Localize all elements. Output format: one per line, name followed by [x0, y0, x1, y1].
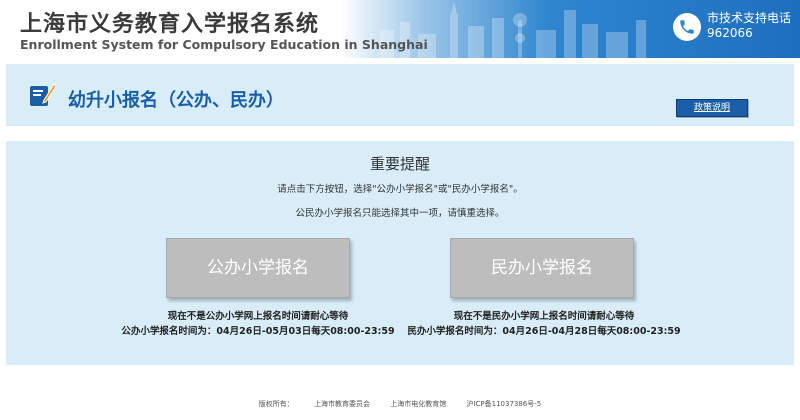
private-school-register-button[interactable]: 民办小学报名 [450, 238, 634, 298]
page-title: 幼升小报名（公办、民办） [68, 90, 284, 111]
public-school-register-button[interactable]: 公办小学报名 [166, 238, 350, 298]
site-header: 上海市义务教育入学报名系统 Enrollment System for Comp… [0, 0, 800, 58]
edit-icon [30, 83, 56, 106]
phone-icon [673, 13, 701, 41]
public-status-message: 现在不是公办小学网上报名时间请耐心等待 [167, 311, 349, 322]
public-registration-period: 公办小学报名时间为：04月26日-05月03日每天08:00-23:59 [121, 326, 395, 337]
notice-instruction: 请点击下方按钮，选择"公办小学报名"或"民办小学报名"。 [277, 184, 523, 195]
site-subtitle-english: Enrollment System for Compulsory Educati… [20, 37, 428, 52]
private-registration-status: 现在不是民办小学网上报名时间请耐心等待 民办小学报名时间为：04月26日-04月… [396, 309, 692, 339]
footer-icp-number: 沪ICP备11037386号-5 [466, 400, 542, 408]
policy-button[interactable]: 政策说明 [676, 99, 748, 117]
notice-title: 重要提醒 [369, 155, 430, 173]
hotline-number: 962066 [707, 26, 753, 40]
footer-org-audiovisual-center: 上海市电化教育馆 [390, 400, 447, 408]
hotline-label: 市技术支持电话 [707, 11, 792, 25]
notice-warning: 公民办小学报名只能选择其中一项，请慎重选择。 [295, 208, 505, 219]
support-hotline: 市技术支持电话 962066 [707, 11, 791, 41]
private-status-message: 现在不是民办小学网上报名时间请耐心等待 [453, 311, 635, 322]
private-registration-period: 民办小学报名时间为：04月26日-04月28日每天08:00-23:59 [407, 326, 681, 337]
footer-org-education-commission: 上海市教育委员会 [313, 400, 370, 408]
site-title: 上海市义务教育入学报名系统 [20, 12, 320, 37]
public-registration-status: 现在不是公办小学网上报名时间请耐心等待 公办小学报名时间为：04月26日-05月… [110, 309, 406, 339]
site-footer: 版权所有： 上海市教育委员会 上海市电化教育馆 沪ICP备11037386号-5 [0, 399, 800, 409]
footer-copyright-label: 版权所有： [258, 400, 294, 408]
